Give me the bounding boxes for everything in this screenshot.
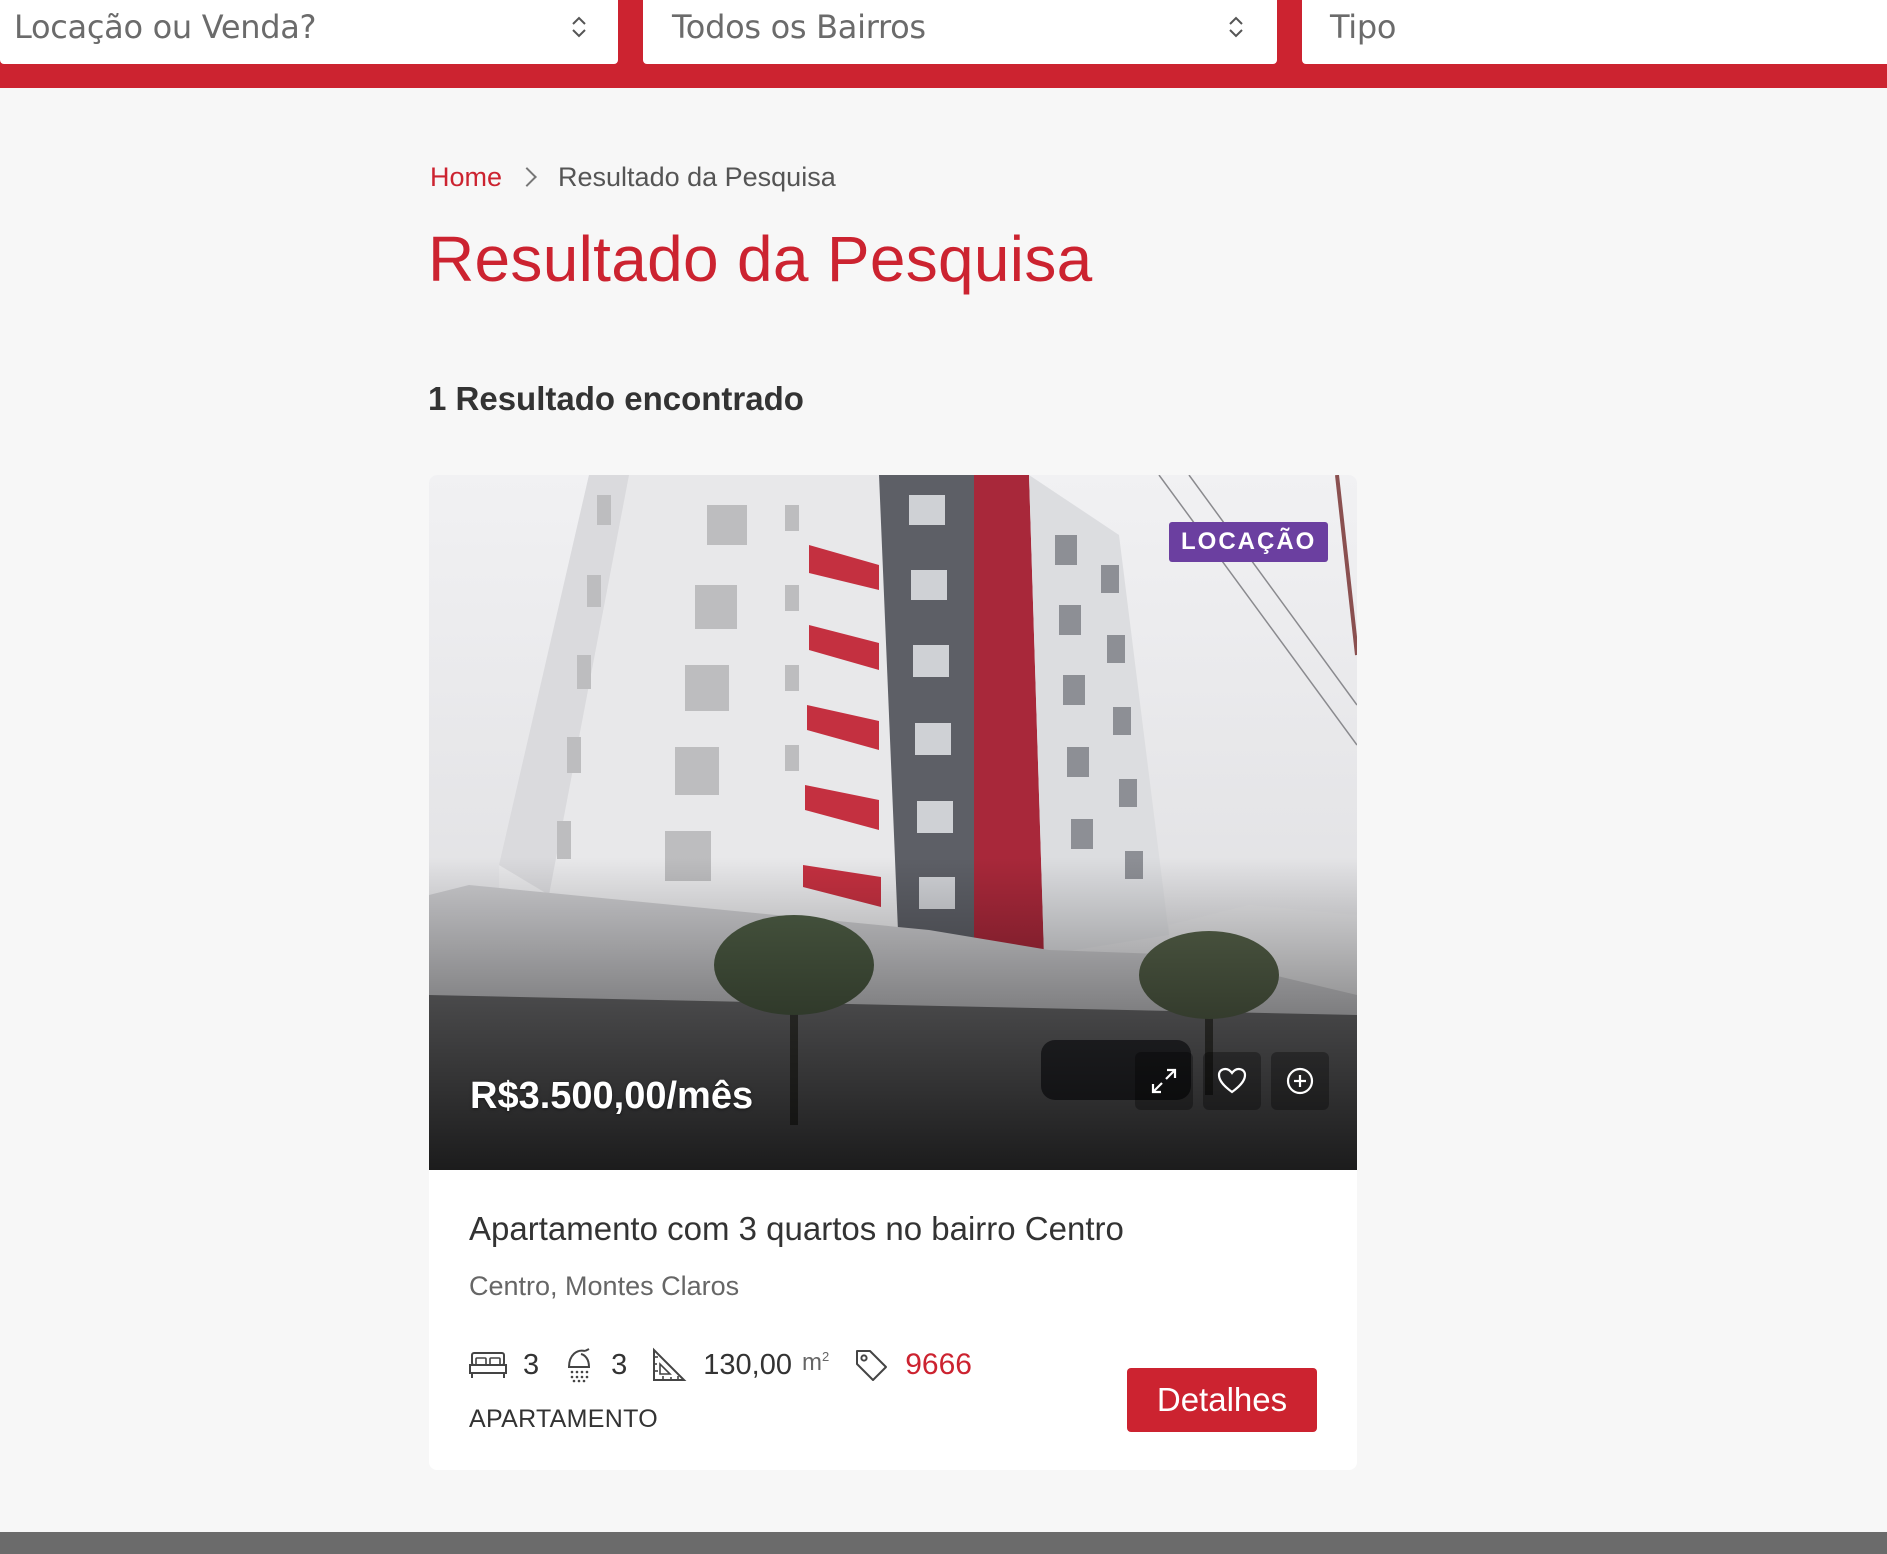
compare-button[interactable] (1271, 1052, 1329, 1110)
plus-circle-icon (1286, 1067, 1314, 1095)
operation-select-value: Locação ou Venda? (14, 8, 317, 46)
shower-icon (568, 1348, 591, 1383)
bedrooms-count: 3 (523, 1348, 540, 1381)
area-unit-sup: 2 (821, 1349, 830, 1364)
listing-features: 3 3 130,00 m2 9666 (469, 1343, 996, 1387)
select-caret-icon (1229, 16, 1243, 38)
neighborhood-select[interactable]: Todos os Bairros (643, 0, 1277, 64)
operation-select[interactable]: Locação ou Venda? (0, 0, 618, 64)
breadcrumb: Home Resultado da Pesquisa (430, 160, 836, 194)
breadcrumb-current: Resultado da Pesquisa (558, 161, 836, 192)
details-button[interactable]: Detalhes (1127, 1368, 1317, 1432)
listing-code: 9666 (905, 1348, 972, 1381)
bathrooms-count: 3 (611, 1348, 628, 1381)
code-feature: 9666 (853, 1347, 972, 1383)
area-feature: 130,00 m2 (651, 1347, 829, 1383)
bathrooms-feature: 3 (563, 1347, 627, 1383)
listing-price: R$3.500,00/mês (470, 1075, 754, 1117)
bed-icon (469, 1352, 507, 1378)
footer-strip (0, 1532, 1887, 1554)
expand-button[interactable] (1135, 1052, 1193, 1110)
listing-title[interactable]: Apartamento com 3 quartos no bairro Cent… (469, 1210, 1124, 1248)
property-card: LOCAÇÃO R$3.500,00/mês Apartamento com 3… (429, 475, 1357, 1470)
select-caret-icon (572, 16, 586, 38)
breadcrumb-home-link[interactable]: Home (430, 162, 502, 193)
search-bar: Locação ou Venda? Todos os Bairros Tipo (0, 0, 1887, 88)
property-type: APARTAMENTO (469, 1405, 658, 1433)
chevron-right-icon (517, 167, 537, 187)
bedrooms-feature: 3 (469, 1349, 539, 1382)
set-square-icon (653, 1347, 687, 1381)
tag-icon (856, 1350, 888, 1381)
type-select[interactable]: Tipo (1302, 0, 1887, 64)
property-photo[interactable]: LOCAÇÃO R$3.500,00/mês (429, 475, 1357, 1170)
area-value: 130,00 (703, 1348, 792, 1381)
photo-actions (1135, 1052, 1329, 1110)
expand-icon (1151, 1068, 1177, 1094)
type-select-value: Tipo (1330, 8, 1397, 46)
page-title: Resultado da Pesquisa (428, 223, 1093, 295)
listing-location: Centro, Montes Claros (469, 1271, 740, 1301)
area-unit: m2 (802, 1349, 829, 1377)
area-unit-text: m (801, 1349, 822, 1376)
neighborhood-select-value: Todos os Bairros (672, 8, 926, 46)
results-count: 1 Resultado encontrado (428, 380, 804, 417)
heart-icon (1217, 1067, 1247, 1094)
listing-status-badge: LOCAÇÃO (1169, 522, 1329, 562)
favorite-button[interactable] (1203, 1052, 1261, 1110)
